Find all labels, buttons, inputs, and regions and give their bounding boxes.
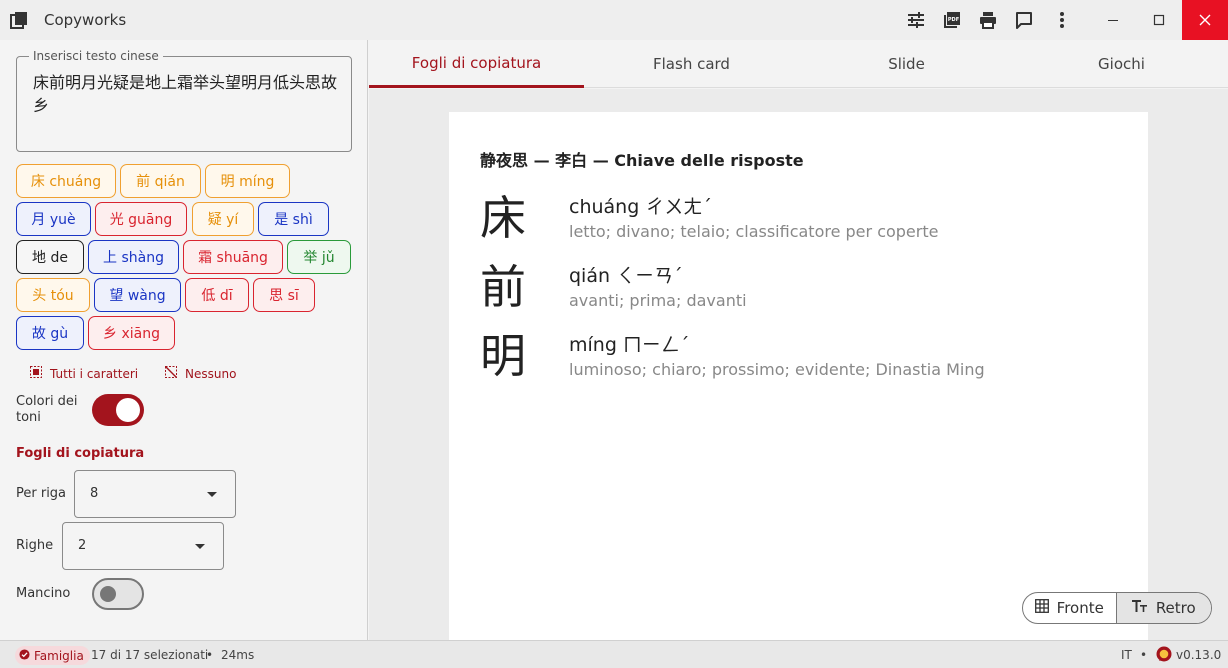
answer-entry: 明 míng ㄇㄧㄥˊ luminoso; chiaro; prossimo; … bbox=[480, 326, 1120, 392]
select-all-button[interactable]: Tutti i caratteri bbox=[30, 366, 138, 381]
toggle-knob bbox=[100, 586, 116, 602]
entry-meaning: letto; divano; telaio; classificatore pe… bbox=[569, 222, 939, 241]
grid-icon bbox=[1034, 599, 1049, 617]
char-chip[interactable]: 光 guāng bbox=[95, 202, 187, 236]
left-handed-toggle[interactable] bbox=[92, 578, 144, 610]
print-icon[interactable] bbox=[976, 8, 1000, 32]
language-selector[interactable]: IT bbox=[1121, 648, 1132, 662]
select-all-icon bbox=[30, 366, 42, 381]
select-none-label: Nessuno bbox=[185, 366, 237, 381]
app-logo-icon bbox=[10, 11, 28, 29]
text-size-icon bbox=[1131, 599, 1148, 617]
minimize-icon[interactable] bbox=[1090, 0, 1136, 40]
back-button[interactable]: Retro bbox=[1115, 593, 1211, 623]
sheets-section-title: Fogli di copiatura bbox=[16, 446, 145, 461]
front-label: Fronte bbox=[1056, 599, 1104, 617]
sheet-page: 静夜思 — 李白 — Chiave delle risposte 床 chuán… bbox=[449, 112, 1148, 640]
badge-label: Famiglia bbox=[34, 648, 84, 663]
preview-area: 静夜思 — 李白 — Chiave delle risposte 床 chuán… bbox=[369, 89, 1228, 640]
entry-pinyin: qián ㄑㄧㄢˊ bbox=[569, 265, 683, 287]
sidebar: Inserisci testo cinese 床前明月光疑是地上霜举头望明月低头… bbox=[0, 40, 368, 640]
answer-entry: 前 qián ㄑㄧㄢˊ avanti; prima; davanti bbox=[480, 257, 1120, 323]
entry-meaning: avanti; prima; davanti bbox=[569, 291, 747, 310]
tab-slide[interactable]: Slide bbox=[799, 40, 1014, 88]
status-separator: • bbox=[1140, 648, 1148, 662]
char-chip[interactable]: 乡 xiāng bbox=[88, 316, 175, 350]
entry-hanzi: 床 bbox=[480, 191, 526, 245]
char-chip[interactable]: 思 sī bbox=[253, 278, 315, 312]
toggle-knob bbox=[116, 398, 140, 422]
per-row-select[interactable]: 8 bbox=[74, 470, 236, 518]
status-badge[interactable]: Famiglia bbox=[15, 646, 90, 665]
char-chip[interactable]: 疑 yí bbox=[192, 202, 254, 236]
app-version: v0.13.0 bbox=[1176, 648, 1222, 662]
render-timing: 24ms bbox=[221, 648, 255, 662]
char-chip[interactable]: 上 shàng bbox=[88, 240, 179, 274]
entry-pinyin: míng ㄇㄧㄥˊ bbox=[569, 334, 690, 356]
tab-games[interactable]: Giochi bbox=[1014, 40, 1228, 88]
char-chip[interactable]: 明 míng bbox=[205, 164, 290, 198]
char-chip[interactable]: 是 shì bbox=[258, 202, 329, 236]
side-toggle: Fronte Retro bbox=[1022, 592, 1212, 624]
front-button[interactable]: Fronte bbox=[1023, 593, 1116, 623]
tone-colors-toggle[interactable] bbox=[92, 394, 144, 426]
maximize-icon[interactable] bbox=[1136, 0, 1182, 40]
char-chip[interactable]: 头 tóu bbox=[16, 278, 90, 312]
tone-colors-label: Colori dei toni bbox=[16, 394, 78, 425]
main-tabs: Fogli di copiatura Flash card Slide Gioc… bbox=[369, 40, 1228, 88]
more-vert-icon[interactable] bbox=[1050, 8, 1074, 32]
rows-value: 2 bbox=[78, 538, 87, 553]
sheet-title: 静夜思 — 李白 — Chiave delle risposte bbox=[480, 151, 804, 170]
char-chip[interactable]: 故 gù bbox=[16, 316, 84, 350]
feedback-icon[interactable] bbox=[1012, 8, 1036, 32]
tab-flash-card[interactable]: Flash card bbox=[584, 40, 799, 88]
char-chip[interactable]: 望 wàng bbox=[94, 278, 181, 312]
select-all-label: Tutti i caratteri bbox=[50, 366, 139, 381]
char-chip[interactable]: 霜 shuāng bbox=[183, 240, 283, 274]
pdf-icon[interactable]: PDF bbox=[940, 8, 964, 32]
selection-count: 17 di 17 selezionati bbox=[91, 648, 209, 662]
char-chip[interactable]: 前 qián bbox=[120, 164, 201, 198]
char-chip[interactable]: 举 jǔ bbox=[287, 240, 351, 274]
svg-text:PDF: PDF bbox=[948, 17, 959, 23]
back-label: Retro bbox=[1155, 599, 1196, 617]
app-title: Copyworks bbox=[44, 11, 127, 29]
per-row-value: 8 bbox=[90, 486, 99, 501]
family-icon bbox=[19, 648, 30, 663]
char-chip[interactable]: 床 chuáng bbox=[16, 164, 116, 198]
chinese-text-field[interactable]: Inserisci testo cinese 床前明月光疑是地上霜举头望明月低头… bbox=[16, 49, 352, 152]
char-chip[interactable]: 地 de bbox=[16, 240, 84, 274]
update-chat-icon[interactable] bbox=[1155, 646, 1173, 667]
rows-label: Righe bbox=[16, 538, 54, 553]
close-icon[interactable] bbox=[1182, 0, 1228, 40]
answer-entry: 床 chuáng ㄔㄨㄤˊ letto; divano; telaio; cla… bbox=[480, 188, 1120, 254]
status-separator: • bbox=[206, 648, 214, 662]
entry-hanzi: 前 bbox=[480, 260, 526, 314]
sliders-icon[interactable] bbox=[904, 8, 928, 32]
rows-select[interactable]: 2 bbox=[62, 522, 224, 570]
title-bar: Copyworks PDF bbox=[0, 0, 1228, 40]
deselect-icon bbox=[165, 366, 177, 381]
char-chip[interactable]: 月 yuè bbox=[16, 202, 91, 236]
left-handed-label: Mancino bbox=[16, 586, 71, 601]
chinese-text-legend: Inserisci testo cinese bbox=[29, 49, 163, 63]
tab-copy-sheets[interactable]: Fogli di copiatura bbox=[369, 40, 584, 88]
per-row-label: Per riga bbox=[16, 486, 67, 501]
entry-meaning: luminoso; chiaro; prossimo; evidente; Di… bbox=[569, 360, 985, 379]
select-none-button[interactable]: Nessuno bbox=[165, 366, 236, 381]
dropdown-arrow-icon bbox=[207, 492, 217, 497]
entry-hanzi: 明 bbox=[480, 329, 526, 383]
entry-pinyin: chuáng ㄔㄨㄤˊ bbox=[569, 196, 712, 218]
dropdown-arrow-icon bbox=[195, 544, 205, 549]
chinese-text-input[interactable]: 床前明月光疑是地上霜举头望明月低头思故乡 bbox=[33, 71, 339, 117]
status-bar: Famiglia 17 di 17 selezionati • 24ms IT … bbox=[0, 640, 1228, 668]
char-chip[interactable]: 低 dī bbox=[185, 278, 249, 312]
